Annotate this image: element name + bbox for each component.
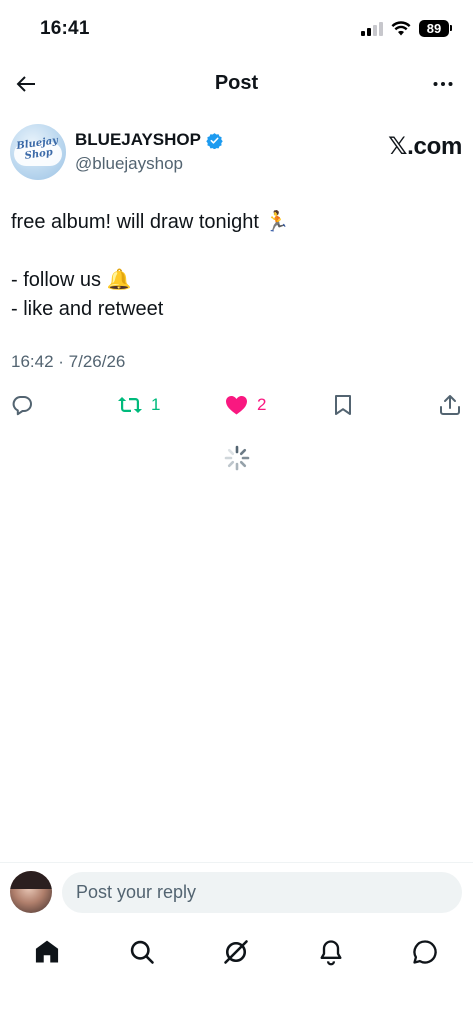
- display-name-text: BLUEJAYSHOP: [75, 130, 201, 149]
- home-icon: [35, 940, 59, 963]
- author-display-name[interactable]: BLUEJAYSHOP: [75, 130, 223, 150]
- status-time: 16:41: [40, 18, 90, 39]
- heart-filled-icon: [226, 396, 247, 415]
- status-bar: 16:41 89: [0, 0, 473, 60]
- grok-icon: [224, 940, 248, 964]
- retweet-button[interactable]: 1: [117, 390, 160, 420]
- retweet-count: 1: [151, 395, 161, 414]
- post-actions: 1 2: [0, 390, 473, 420]
- messages-icon: [413, 940, 437, 964]
- nav-search[interactable]: [126, 936, 158, 968]
- author-avatar[interactable]: Bluejay Shop: [10, 124, 66, 180]
- post-author: Bluejay Shop BLUEJAYSHOP @bluejayshop 𝕏.…: [10, 124, 462, 180]
- cellular-signal-icon: [361, 21, 383, 36]
- more-horizontal-icon: [433, 82, 453, 86]
- post-text: free album! will draw tonight 🏃 - follow…: [11, 208, 461, 324]
- like-count: 2: [257, 395, 267, 414]
- post-text-line: free album! will draw tonight 🏃: [11, 211, 290, 233]
- bookmark-button[interactable]: [332, 390, 354, 420]
- post-text-line: - follow us 🔔: [11, 269, 132, 291]
- reply-icon: [12, 396, 32, 416]
- share-button[interactable]: [438, 390, 462, 420]
- nav-grok[interactable]: [220, 936, 252, 968]
- loading-spinner-icon: [224, 445, 250, 471]
- status-icons: 89: [361, 20, 452, 37]
- like-button[interactable]: 2: [224, 390, 266, 420]
- top-header: Post: [0, 62, 473, 106]
- notifications-icon: [320, 940, 342, 966]
- share-icon: [440, 395, 460, 415]
- x-com-brand: 𝕏.com: [388, 133, 462, 160]
- reply-input[interactable]: Post your reply: [62, 872, 462, 913]
- battery-indicator: 89: [419, 20, 452, 37]
- post-timestamp[interactable]: 16:42 · 7/26/26: [11, 352, 125, 372]
- page-title: Post: [214, 72, 259, 94]
- post-text-line: [11, 237, 461, 266]
- bookmark-icon: [335, 395, 351, 415]
- retweet-icon: [118, 397, 142, 413]
- search-icon: [130, 940, 154, 964]
- bottom-navigation: [0, 930, 473, 976]
- reply-button[interactable]: [10, 390, 34, 420]
- user-avatar[interactable]: [10, 871, 52, 913]
- reply-divider: [0, 862, 473, 863]
- more-options-button[interactable]: [427, 68, 459, 100]
- post-text-line: - like and retweet: [11, 298, 164, 320]
- nav-messages[interactable]: [409, 936, 441, 968]
- author-handle[interactable]: @bluejayshop: [75, 154, 183, 174]
- verified-badge-icon: [206, 132, 223, 149]
- nav-home[interactable]: [31, 936, 63, 968]
- nav-notifications[interactable]: [315, 936, 347, 968]
- wifi-icon: [391, 21, 411, 36]
